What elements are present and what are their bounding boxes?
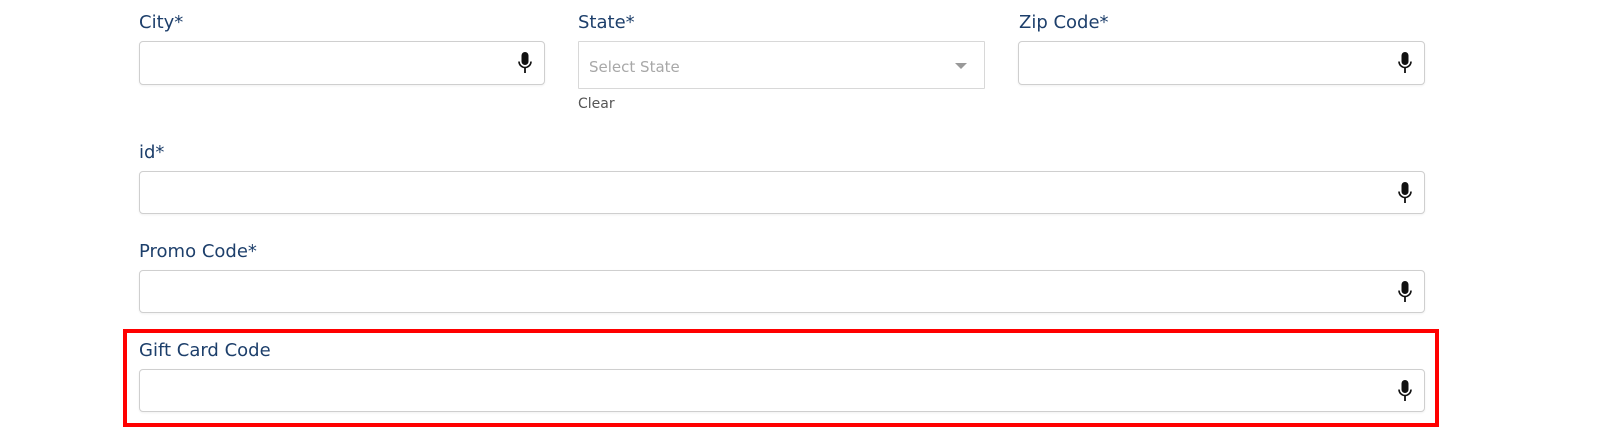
caret-down-icon[interactable] [955, 63, 967, 69]
zip-code-input[interactable] [1018, 41, 1425, 85]
gift-card-code-input[interactable] [139, 369, 1425, 412]
id-input[interactable] [139, 171, 1425, 214]
state-select[interactable]: Select State [578, 41, 985, 89]
gift-card-code-label: Gift Card Code [139, 340, 271, 361]
microphone-icon[interactable] [517, 51, 533, 75]
promo-code-label: Promo Code* [139, 241, 257, 262]
state-select-placeholder: Select State [589, 58, 680, 76]
city-label: City* [139, 12, 184, 33]
city-input[interactable] [139, 41, 545, 85]
microphone-icon[interactable] [1397, 181, 1413, 205]
id-label: id* [139, 142, 165, 163]
clear-state-link[interactable]: Clear [578, 95, 615, 113]
zip-code-label: Zip Code* [1019, 12, 1109, 33]
microphone-icon[interactable] [1397, 379, 1413, 403]
microphone-icon[interactable] [1397, 280, 1413, 304]
state-label: State* [578, 12, 635, 33]
microphone-icon[interactable] [1397, 51, 1413, 75]
promo-code-input[interactable] [139, 270, 1425, 313]
